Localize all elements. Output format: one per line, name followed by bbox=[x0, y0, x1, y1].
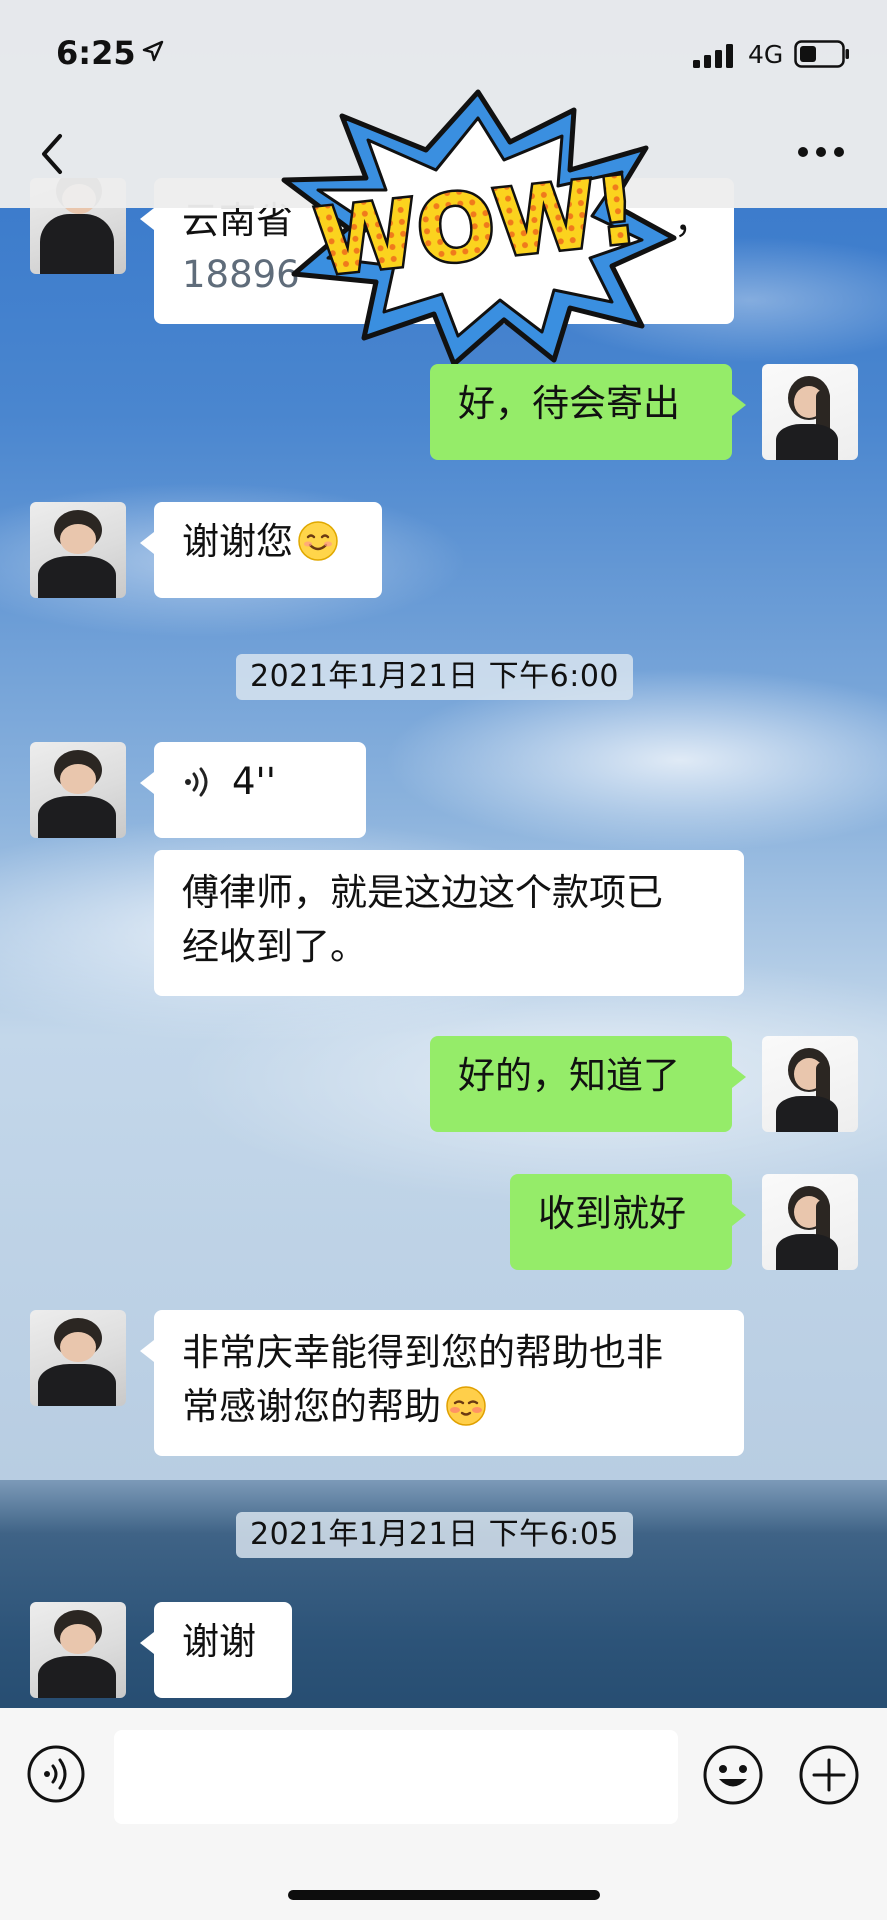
message-input[interactable] bbox=[114, 1730, 678, 1824]
message-bubble-incoming[interactable]: 谢谢您 bbox=[140, 502, 382, 598]
message-bubble-incoming[interactable]: 谢谢 bbox=[140, 1602, 292, 1698]
message-text: 经收到了。 bbox=[182, 925, 367, 968]
status-time: 6:25 bbox=[56, 34, 136, 72]
wow-sticker: WOW! bbox=[281, 89, 677, 367]
smiling-face-emoji-icon bbox=[298, 521, 338, 561]
voice-duration: 4'' bbox=[232, 760, 276, 803]
my-avatar[interactable] bbox=[762, 1174, 858, 1270]
message-bubble-incoming[interactable]: 非常庆幸能得到您的帮助也非 常感谢您的帮助 bbox=[140, 1310, 744, 1456]
network-type: 4G bbox=[748, 40, 784, 69]
contact-avatar[interactable] bbox=[30, 742, 126, 838]
message-text: 谢谢 bbox=[182, 1620, 256, 1663]
message-bubble-outgoing[interactable]: 好，待会寄出 bbox=[430, 364, 746, 460]
message-text: 谢谢您 bbox=[182, 520, 293, 563]
message-text: 傅律师，就是这边这个款项已 bbox=[182, 871, 663, 914]
message-text: 常感谢您的帮助 bbox=[182, 1385, 441, 1428]
message-text: 好的，知道了 bbox=[458, 1054, 680, 1097]
battery-icon bbox=[794, 40, 849, 68]
chat-timestamp: 2021年1月21日 下午6:05 bbox=[236, 1512, 634, 1558]
chat-timestamp: 2021年1月21日 下午6:00 bbox=[236, 654, 634, 700]
message-bubble-outgoing[interactable]: 收到就好 bbox=[510, 1174, 746, 1270]
message-bubble-outgoing[interactable]: 好的，知道了 bbox=[430, 1036, 746, 1132]
message-text: 好，待会寄出 bbox=[458, 382, 680, 425]
contact-avatar[interactable] bbox=[30, 1602, 126, 1698]
voice-input-button[interactable] bbox=[26, 1744, 86, 1804]
cellular-signal-icon bbox=[693, 44, 733, 68]
more-options-icon[interactable] bbox=[796, 142, 846, 162]
contact-avatar[interactable] bbox=[30, 1310, 126, 1406]
my-avatar[interactable] bbox=[762, 1036, 858, 1132]
blushing-face-emoji-icon bbox=[446, 1386, 486, 1426]
message-text: 非常庆幸能得到您的帮助也非 bbox=[182, 1331, 663, 1374]
voice-message-bubble[interactable]: 4'' bbox=[140, 742, 366, 838]
status-bar: 6:25 4G bbox=[0, 0, 887, 100]
my-avatar[interactable] bbox=[762, 364, 858, 460]
message-bubble-incoming[interactable]: 傅律师，就是这边这个款项已 经收到了。 bbox=[154, 850, 744, 996]
contact-avatar[interactable] bbox=[30, 502, 126, 598]
more-functions-plus-button[interactable] bbox=[798, 1744, 860, 1806]
chat-screen: 云南省， 18896 6:25 4G 陈秀 bbox=[0, 0, 887, 1920]
location-arrow-icon bbox=[142, 40, 164, 62]
message-text: 收到就好 bbox=[538, 1192, 686, 1235]
emoji-picker-button[interactable] bbox=[702, 1744, 764, 1806]
message-input-bar bbox=[0, 1708, 887, 1920]
voice-play-icon bbox=[185, 767, 208, 797]
home-indicator[interactable] bbox=[288, 1890, 600, 1900]
